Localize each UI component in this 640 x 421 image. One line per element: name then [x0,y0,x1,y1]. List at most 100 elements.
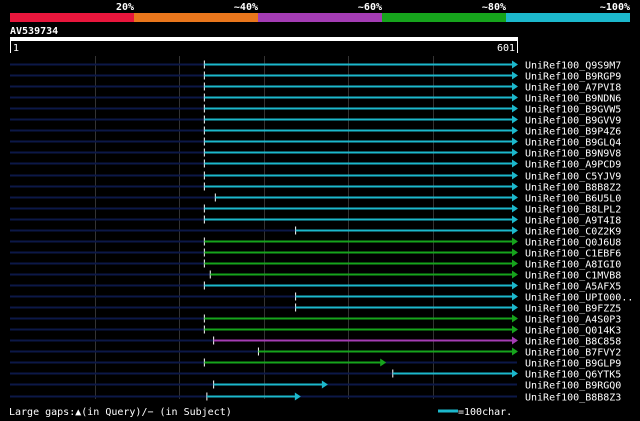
hit-label[interactable]: UniRef100_C5YJV9 [525,172,621,183]
hit-label[interactable]: UniRef100_B8B8Z2 [525,183,621,194]
hit-row[interactable]: UniRef100_B8B8Z3 [10,392,621,404]
hit-label[interactable]: UniRef100_B9GVW5 [525,105,621,116]
hit-label[interactable]: UniRef100_B9GLP9 [525,359,621,370]
hit-row[interactable]: UniRef100_C1MVB8 [10,270,621,282]
legend-swatch-40 [134,13,258,22]
hit-label[interactable]: UniRef100_Q6YTK5 [525,370,621,381]
hit-row[interactable]: UniRef100_C5YJV9 [10,171,621,183]
hit-label[interactable]: UniRef100_B6U5L0 [525,194,621,205]
hit-label[interactable]: UniRef100_UPI000.. [525,293,633,304]
hit-label[interactable]: UniRef100_B9RGP9 [525,72,621,83]
hit-label[interactable]: UniRef100_C1EBF6 [525,249,621,260]
hit-label[interactable]: UniRef100_Q0J6U8 [525,238,621,249]
hit-arrow-icon [512,137,518,146]
hit-row[interactable]: UniRef100_B9P4Z6 [10,126,621,138]
legend-swatch-60 [258,13,382,22]
hit-label[interactable]: UniRef100_B8LPL2 [525,205,621,216]
hit-row[interactable]: UniRef100_B9RGP9 [10,71,621,83]
hit-label[interactable]: UniRef100_B9GLQ4 [525,138,621,149]
hit-row[interactable]: UniRef100_B9GLQ4 [10,137,621,149]
hit-row[interactable]: UniRef100_B6U5L0 [10,193,621,205]
query-header: AV539734 1 601 [10,26,518,54]
hit-arrow-icon [512,159,518,168]
hit-arrow-icon [512,336,518,345]
hit-arrow-icon [512,171,518,180]
hit-row[interactable]: UniRef100_B8LPL2 [10,204,621,216]
hit-label[interactable]: UniRef100_B9N9V8 [525,149,621,160]
query-name: AV539734 [10,26,58,37]
hit-label[interactable]: UniRef100_Q014K3 [525,326,621,337]
hit-row[interactable]: UniRef100_A8IGI0 [10,259,621,271]
hit-label[interactable]: UniRef100_B7FVY2 [525,348,621,359]
legend-label-80: ~80% [482,2,506,13]
hit-arrow-icon [512,259,518,268]
hit-label[interactable]: UniRef100_A4S0P3 [525,315,621,326]
hit-label[interactable]: UniRef100_A9PCD9 [525,160,621,171]
hit-label[interactable]: UniRef100_B8C858 [525,337,621,348]
hit-row[interactable]: UniRef100_B9GVW5 [10,104,621,116]
hit-row[interactable]: UniRef100_A7PVI8 [10,82,621,94]
grid-lines [95,56,434,399]
hit-row[interactable]: UniRef100_C0Z2K9 [10,226,621,238]
query-end-label: 601 [497,43,515,54]
hit-row[interactable]: UniRef100_B7FVY2 [10,347,621,359]
hit-row[interactable]: UniRef100_B8B8Z2 [10,182,621,194]
hit-row[interactable]: UniRef100_B9FZZ5 [10,303,621,315]
hit-arrow-icon [380,358,387,367]
hit-label[interactable]: UniRef100_B9FZZ5 [525,304,621,315]
hit-row[interactable]: UniRef100_Q9S9M7 [10,60,621,72]
legend-label-20: 20% [116,2,134,13]
hit-arrow-icon [512,215,518,224]
hit-row[interactable]: UniRef100_B9NDN6 [10,93,621,105]
hit-row[interactable]: UniRef100_A9T4I8 [10,215,621,227]
hit-row[interactable]: UniRef100_Q0J6U8 [10,237,621,249]
hit-row[interactable]: UniRef100_B9GVV9 [10,115,621,127]
hit-row[interactable]: UniRef100_B9N9V8 [10,148,621,160]
hit-row[interactable]: UniRef100_B9RGQ0 [10,380,621,392]
hit-label[interactable]: UniRef100_B9NDN6 [525,94,621,105]
legend-label-100: ~100% [600,2,630,13]
hit-label[interactable]: UniRef100_B9GVV9 [525,116,621,127]
hit-row[interactable]: UniRef100_A4S0P3 [10,314,621,326]
hit-row[interactable]: UniRef100_C1EBF6 [10,248,621,260]
hit-arrow-icon [512,237,518,246]
hit-arrow-icon [512,314,518,323]
hit-row[interactable]: UniRef100_A9PCD9 [10,159,621,171]
hit-arrow-icon [512,325,518,334]
large-gaps-legend: Large gaps:▲(in Query)/− (in Subject) [9,407,232,418]
hit-label[interactable]: UniRef100_B9P4Z6 [525,127,621,138]
hit-label[interactable]: UniRef100_B9RGQ0 [525,381,621,392]
query-bar [10,37,518,41]
hit-label[interactable]: UniRef100_C0Z2K9 [525,227,621,238]
hit-arrow-icon [512,347,518,356]
hit-label[interactable]: UniRef100_A8IGI0 [525,260,621,271]
hit-label[interactable]: UniRef100_Q9S9M7 [525,61,621,72]
hit-row[interactable]: UniRef100_A5AFX5 [10,281,621,293]
hit-arrow-icon [512,104,518,113]
legend-swatch-100 [506,13,630,22]
hit-arrow-icon [512,270,518,279]
hit-label[interactable]: UniRef100_B8B8Z3 [525,393,621,404]
hit-arrow-icon [512,226,518,235]
hit-label[interactable]: UniRef100_A7PVI8 [525,83,621,94]
hit-arrow-icon [512,82,518,91]
hit-row[interactable]: UniRef100_B9GLP9 [10,358,621,370]
query-start-label: 1 [13,43,19,54]
hit-arrow-icon [512,71,518,80]
hit-label[interactable]: UniRef100_A9T4I8 [525,216,621,227]
hit-label[interactable]: UniRef100_A5AFX5 [525,282,621,293]
legend-label-60: ~60% [358,2,382,13]
hit-arrow-icon [512,204,518,213]
hit-arrow-icon [512,292,518,301]
hit-list: UniRef100_Q9S9M7UniRef100_B9RGP9UniRef10… [10,60,633,404]
hit-row[interactable]: UniRef100_UPI000.. [10,292,633,304]
footer: Large gaps:▲(in Query)/− (in Subject) =1… [9,407,512,418]
hit-arrow-icon [512,303,518,312]
hit-arrow-icon [512,115,518,124]
hit-row[interactable]: UniRef100_Q014K3 [10,325,621,337]
hit-row[interactable]: UniRef100_B8C858 [10,336,621,348]
hit-label[interactable]: UniRef100_C1MVB8 [525,271,621,282]
scale-bar-label: =100char. [458,407,512,418]
hit-arrow-icon [512,148,518,157]
hit-row[interactable]: UniRef100_Q6YTK5 [10,369,621,381]
